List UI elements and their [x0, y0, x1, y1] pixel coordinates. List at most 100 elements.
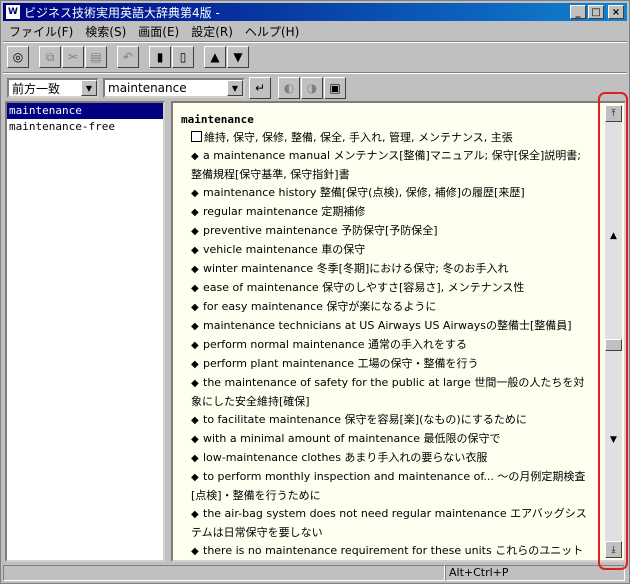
maximize-button[interactable]: □: [588, 5, 604, 19]
diamond-icon: ◆: [191, 321, 199, 332]
menu-search[interactable]: 検索(S): [79, 23, 132, 40]
toolbar-separator: [3, 72, 627, 74]
entry-content: maintenance 維持, 保守, 保修, 整備, 保全, 手入れ, 管理,…: [181, 111, 593, 561]
print-icon[interactable]: ▣: [324, 77, 346, 99]
menu-file[interactable]: ファイル(F): [3, 23, 79, 40]
up-icon[interactable]: ▲: [204, 46, 226, 68]
chevron-down-icon[interactable]: ▼: [227, 80, 243, 96]
diamond-icon: ◆: [191, 340, 199, 351]
status-cell: [3, 565, 445, 581]
example-text: perform normal maintenance 通常の手入れをする: [203, 338, 468, 351]
list-item[interactable]: maintenance: [7, 103, 163, 119]
example-text: regular maintenance 定期補修: [203, 205, 366, 218]
book-icon[interactable]: ▮: [149, 46, 171, 68]
close-button[interactable]: ×: [608, 5, 624, 19]
example-line: ◆ to perform monthly inspection and maint…: [181, 468, 593, 505]
copy-icon[interactable]: ⧉: [39, 46, 61, 68]
search-input[interactable]: maintenance ▼: [103, 78, 245, 98]
history-back-icon[interactable]: ◐: [278, 77, 300, 99]
diamond-icon: ◆: [191, 434, 199, 445]
window-title: ビジネス技術実用英語大辞典第4版 -: [24, 5, 220, 20]
diamond-icon: ◆: [191, 188, 199, 199]
example-line: ◆ maintenance technicians at US Airways U…: [181, 317, 593, 336]
title-bar[interactable]: W ビジネス技術実用英語大辞典第4版 - _ □ ×: [3, 3, 627, 21]
diamond-icon: ◆: [191, 207, 199, 218]
example-text: vehicle maintenance 車の保守: [203, 243, 366, 256]
diamond-icon: ◆: [191, 226, 199, 237]
example-line: ◆ vehicle maintenance 車の保守: [181, 241, 593, 260]
example-text: low-maintenance clothes あまり手入れの要らない衣服: [203, 451, 488, 464]
menu-settings[interactable]: 設定(R): [185, 23, 239, 40]
minimize-button[interactable]: _: [570, 5, 586, 19]
example-text: with a minimal amount of maintenance 最低限…: [203, 432, 501, 445]
diamond-icon: ◆: [191, 151, 199, 162]
headword: maintenance: [181, 113, 254, 126]
status-bar: Alt+Ctrl+P: [3, 565, 627, 583]
chevron-down-icon[interactable]: ▼: [81, 80, 97, 96]
app-window: W ビジネス技術実用英語大辞典第4版 - _ □ × ファイル(F) 検索(S)…: [0, 0, 630, 584]
diamond-icon: ◆: [191, 415, 199, 426]
shortcut-status: Alt+Ctrl+P: [445, 565, 625, 581]
diamond-icon: ◆: [191, 264, 199, 275]
example-text: winter maintenance 冬季[冬期]における保守; 冬のお手入れ: [203, 262, 509, 275]
search-query-value: maintenance: [108, 81, 187, 95]
example-text: maintenance history 整備[保守(点検), 保修, 補修]の履…: [203, 186, 525, 199]
paste-icon[interactable]: ▤: [85, 46, 107, 68]
menu-view[interactable]: 画面(E): [132, 23, 185, 40]
example-line: ◆ there is no maintenance requirement for…: [181, 542, 593, 561]
diamond-icon: ◆: [191, 245, 199, 256]
list-item[interactable]: maintenance-free: [7, 119, 163, 135]
diamond-icon: ◆: [191, 378, 199, 389]
meaning-line: 維持, 保守, 保修, 整備, 保全, 手入れ, 管理, メンテナンス, 主張: [181, 129, 593, 147]
history-forward-icon[interactable]: ◑: [301, 77, 323, 99]
search-row: 前方一致 ▼ maintenance ▼ ↵ ◐ ◑ ▣: [7, 77, 347, 99]
go-icon[interactable]: ↵: [249, 77, 271, 99]
scrollbar-highlight: [598, 92, 628, 570]
entry-pane: maintenance 維持, 保守, 保修, 整備, 保全, 手入れ, 管理,…: [171, 101, 626, 562]
menu-bar: ファイル(F) 検索(S) 画面(E) 設定(R) ヘルプ(H): [3, 22, 627, 40]
diamond-icon: ◆: [191, 546, 199, 557]
cut-icon[interactable]: ✂: [62, 46, 84, 68]
bookmark-icon[interactable]: ▯: [172, 46, 194, 68]
example-text: the maintenance of safety for the public…: [191, 376, 585, 408]
menu-separator: [3, 41, 627, 43]
example-text: to facilitate maintenance 保守を容易[楽](なもの)に…: [203, 413, 527, 426]
example-line: ◆ perform plant maintenance 工場の保守・整備を行う: [181, 355, 593, 374]
example-line: ◆ the maintenance of safety for the publi…: [181, 374, 593, 411]
disc-icon[interactable]: ◎: [7, 46, 29, 68]
diamond-icon: ◆: [191, 453, 199, 464]
example-line: ◆ to facilitate maintenance 保守を容易[楽](なもの)…: [181, 411, 593, 430]
meaning-text: 維持, 保守, 保修, 整備, 保全, 手入れ, 管理, メンテナンス, 主張: [204, 131, 513, 144]
toolbar: ◎ ⧉ ✂ ▤ ↶ ▮ ▯ ▲ ▼: [7, 45, 250, 69]
example-text: maintenance technicians at US Airways US…: [203, 319, 572, 332]
example-line: ◆ ease of maintenance 保守のしやすさ[容易さ], メンテナン…: [181, 279, 593, 298]
search-mode-value: 前方一致: [12, 81, 61, 96]
example-line: ◆ maintenance history 整備[保守(点検), 保修, 補修]の…: [181, 184, 593, 203]
menu-help[interactable]: ヘルプ(H): [239, 23, 305, 40]
app-logo-icon[interactable]: W: [6, 5, 20, 19]
diamond-icon: ◆: [191, 472, 199, 483]
example-text: ease of maintenance 保守のしやすさ[容易さ], メンテナンス…: [203, 281, 525, 294]
undo-icon[interactable]: ↶: [117, 46, 139, 68]
example-line: ◆ regular maintenance 定期補修: [181, 203, 593, 222]
example-line: ◆ for easy maintenance 保守が楽になるように: [181, 298, 593, 317]
example-text: the air-bag system does not need regular…: [191, 507, 587, 539]
example-line: ◆ low-maintenance clothes あまり手入れの要らない衣服: [181, 449, 593, 468]
example-line: ◆ the air-bag system does not need regula…: [181, 505, 593, 542]
down-icon[interactable]: ▼: [227, 46, 249, 68]
example-line: ◆ winter maintenance 冬季[冬期]における保守; 冬のお手入れ: [181, 260, 593, 279]
example-text: perform plant maintenance 工場の保守・整備を行う: [203, 357, 479, 370]
example-text: to perform monthly inspection and mainte…: [191, 470, 586, 502]
result-list[interactable]: maintenance maintenance-free: [5, 101, 165, 562]
diamond-icon: ◆: [191, 302, 199, 313]
example-line: ◆ perform normal maintenance 通常の手入れをする: [181, 336, 593, 355]
example-text: for easy maintenance 保守が楽になるように: [203, 300, 437, 313]
diamond-icon: ◆: [191, 359, 199, 370]
search-mode-select[interactable]: 前方一致 ▼: [7, 78, 99, 98]
example-line: ◆ preventive maintenance 予防保守[予防保全]: [181, 222, 593, 241]
book-icon: [191, 131, 202, 142]
diamond-icon: ◆: [191, 509, 199, 520]
example-text: a maintenance manual メンテナンス[整備]マニュアル; 保守…: [191, 149, 582, 181]
example-line: ◆ with a minimal amount of maintenance 最低…: [181, 430, 593, 449]
example-text: there is no maintenance requirement for …: [203, 544, 584, 557]
